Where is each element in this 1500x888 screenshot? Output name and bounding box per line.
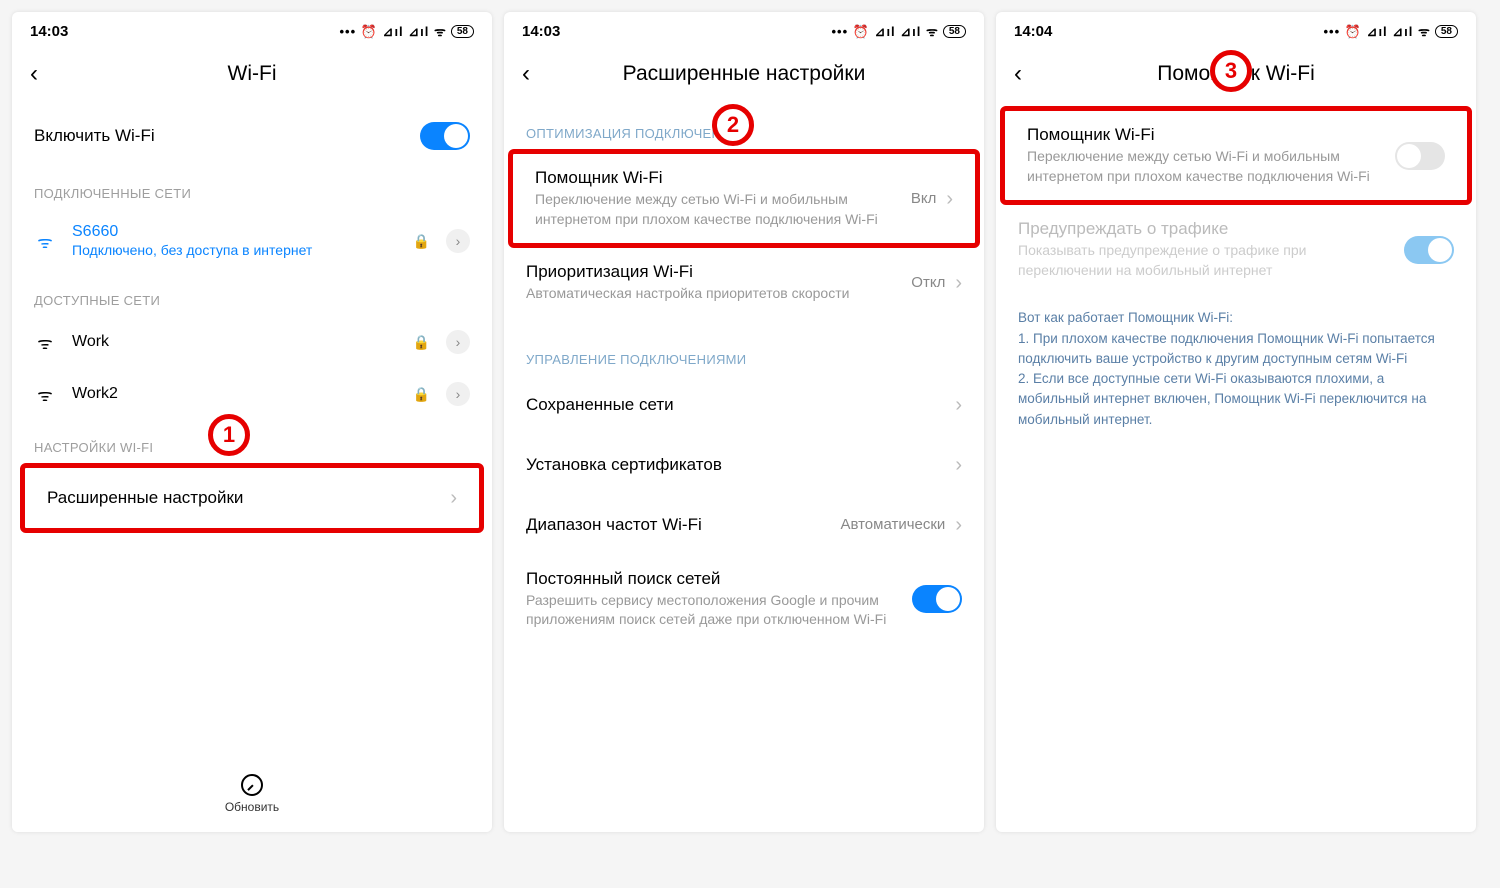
chevron-icon[interactable]: ›: [446, 229, 470, 253]
chevron-icon: ›: [946, 189, 953, 209]
wifi-assistant-desc: Переключение между сетью Wi-Fi и мобильн…: [535, 190, 911, 229]
wifi-toggle[interactable]: [420, 122, 470, 150]
always-scan-toggle[interactable]: [912, 585, 962, 613]
header: ‹ Расширенные настройки: [504, 48, 984, 106]
highlight-box-3: Помощник Wi-Fi Переключение между сетью …: [1000, 106, 1472, 205]
traffic-warning-title: Предупреждать о трафике: [1018, 219, 1404, 239]
refresh-bar[interactable]: Обновить: [12, 760, 492, 832]
section-management: УПРАВЛЕНИЕ ПОДКЛЮЧЕНИЯМИ: [504, 332, 984, 375]
traffic-warning-row[interactable]: Предупреждать о трафике Показывать преду…: [996, 205, 1476, 294]
chevron-icon: ›: [955, 395, 962, 415]
advanced-settings-label: Расширенные настройки: [47, 488, 450, 508]
lock-icon: 🔒: [413, 233, 430, 250]
section-wifi-settings: НАСТРОЙКИ WI-FI: [12, 420, 492, 463]
wifi-assistant-toggle-row[interactable]: Помощник Wi-Fi Переключение между сетью …: [1005, 111, 1467, 200]
wifi-signal-icon: ᯤ: [34, 230, 56, 253]
saved-networks-row[interactable]: Сохраненные сети ›: [504, 375, 984, 435]
battery-icon: 58: [1435, 25, 1458, 38]
status-bar: 14:04 ••• ⏰ ⊿ıl ⊿ıl ᯤ 58: [996, 12, 1476, 48]
traffic-warning-toggle[interactable]: [1404, 236, 1454, 264]
section-available: ДОСТУПНЫЕ СЕТИ: [12, 273, 492, 316]
wifi-priority-title: Приоритизация Wi-Fi: [526, 262, 911, 282]
wifi-band-row[interactable]: Диапазон частот Wi-Fi Автоматически ›: [504, 495, 984, 555]
always-scan-desc: Разрешить сервису местоположения Google …: [526, 591, 912, 630]
wifi-enable-label: Включить Wi-Fi: [34, 126, 420, 146]
section-connected: ПОДКЛЮЧЕННЫЕ СЕТИ: [12, 166, 492, 209]
status-icons: ••• ⏰ ⊿ıl ⊿ıl ᯤ 58: [339, 22, 474, 40]
callout-badge-2: 2: [712, 104, 754, 146]
chevron-icon: ›: [955, 455, 962, 475]
network-name: S6660: [72, 223, 397, 241]
status-bar: 14:03 ••• ⏰ ⊿ıl ⊿ıl ᯤ 58: [504, 12, 984, 48]
wifi-band-value: Автоматически: [840, 516, 945, 533]
status-bar: 14:03 ••• ⏰ ⊿ıl ⊿ıl ᯤ 58: [12, 12, 492, 48]
wifi-assistant-title: Помощник Wi-Fi: [1027, 125, 1395, 145]
wifi-assistant-title: Помощник Wi-Fi: [535, 168, 911, 188]
back-icon[interactable]: ‹: [522, 60, 552, 88]
saved-networks-label: Сохраненные сети: [526, 395, 955, 415]
help-text: Вот как работает Помощник Wi-Fi: 1. При …: [996, 294, 1476, 444]
status-time: 14:04: [1014, 23, 1052, 40]
battery-icon: 58: [451, 25, 474, 38]
battery-icon: 58: [943, 25, 966, 38]
wifi-assistant-desc: Переключение между сетью Wi-Fi и мобильн…: [1027, 147, 1395, 186]
screen-assistant: 14:04 ••• ⏰ ⊿ıl ⊿ıl ᯤ 58 ‹ Помощник Wi-F…: [996, 12, 1476, 832]
traffic-warning-desc: Показывать предупреждение о трафике при …: [1018, 241, 1404, 280]
status-icons: ••• ⏰ ⊿ıl ⊿ıl ᯤ 58: [831, 22, 966, 40]
network-status: Подключено, без доступа в интернет: [72, 241, 397, 259]
header: ‹ Wi-Fi: [12, 48, 492, 106]
wifi-enable-row[interactable]: Включить Wi-Fi: [12, 106, 492, 166]
status-icons: ••• ⏰ ⊿ıl ⊿ıl ᯤ 58: [1323, 22, 1458, 40]
lock-icon: 🔒: [413, 334, 430, 351]
wifi-signal-icon: ᯤ: [34, 331, 56, 354]
chevron-icon: ›: [955, 273, 962, 293]
status-time: 14:03: [522, 23, 560, 40]
advanced-settings-row[interactable]: Расширенные настройки ›: [25, 468, 479, 528]
header: ‹ Помощник Wi-Fi 3: [996, 48, 1476, 106]
available-network-row[interactable]: ᯤ Work2 🔒 ›: [12, 368, 492, 420]
chevron-icon[interactable]: ›: [446, 330, 470, 354]
back-icon[interactable]: ‹: [30, 60, 60, 88]
chevron-icon: ›: [450, 488, 457, 508]
always-scan-row[interactable]: Постоянный поиск сетей Разрешить сервису…: [504, 555, 984, 644]
connected-network-text: S6660 Подключено, без доступа в интернет: [72, 223, 397, 259]
connected-network-row[interactable]: ᯤ S6660 Подключено, без доступа в интерн…: [12, 209, 492, 273]
wifi-priority-row[interactable]: Приоритизация Wi-Fi Автоматическая настр…: [504, 248, 984, 318]
screen-advanced: 14:03 ••• ⏰ ⊿ıl ⊿ıl ᯤ 58 ‹ Расширенные н…: [504, 12, 984, 832]
refresh-icon: [241, 774, 263, 796]
wifi-priority-desc: Автоматическая настройка приоритетов ско…: [526, 284, 911, 304]
highlight-box-1: Расширенные настройки ›: [20, 463, 484, 533]
always-scan-title: Постоянный поиск сетей: [526, 569, 912, 589]
wifi-assistant-row[interactable]: Помощник Wi-Fi Переключение между сетью …: [513, 154, 975, 243]
back-icon[interactable]: ‹: [1014, 60, 1044, 88]
wifi-band-label: Диапазон частот Wi-Fi: [526, 515, 840, 535]
wifi-assistant-toggle[interactable]: [1395, 142, 1445, 170]
screen-wifi: 14:03 ••• ⏰ ⊿ıl ⊿ıl ᯤ 58 ‹ Wi-Fi Включит…: [12, 12, 492, 832]
highlight-box-2: Помощник Wi-Fi Переключение между сетью …: [508, 149, 980, 248]
wifi-assistant-value: Вкл: [911, 190, 937, 207]
page-title: Wi-Fi: [228, 62, 277, 86]
install-certs-row[interactable]: Установка сертификатов ›: [504, 435, 984, 495]
available-network-row[interactable]: ᯤ Work 🔒 ›: [12, 316, 492, 368]
status-time: 14:03: [30, 23, 68, 40]
network-name: Work: [72, 333, 397, 351]
network-name: Work2: [72, 385, 397, 403]
wifi-priority-value: Откл: [911, 274, 945, 291]
page-title: Расширенные настройки: [623, 62, 866, 86]
callout-badge-1: 1: [208, 414, 250, 456]
chevron-icon: ›: [955, 515, 962, 535]
wifi-signal-icon: ᯤ: [34, 383, 56, 406]
lock-icon: 🔒: [413, 386, 430, 403]
callout-badge-3: 3: [1210, 50, 1252, 92]
install-certs-label: Установка сертификатов: [526, 455, 955, 475]
refresh-label: Обновить: [225, 800, 279, 814]
chevron-icon[interactable]: ›: [446, 382, 470, 406]
